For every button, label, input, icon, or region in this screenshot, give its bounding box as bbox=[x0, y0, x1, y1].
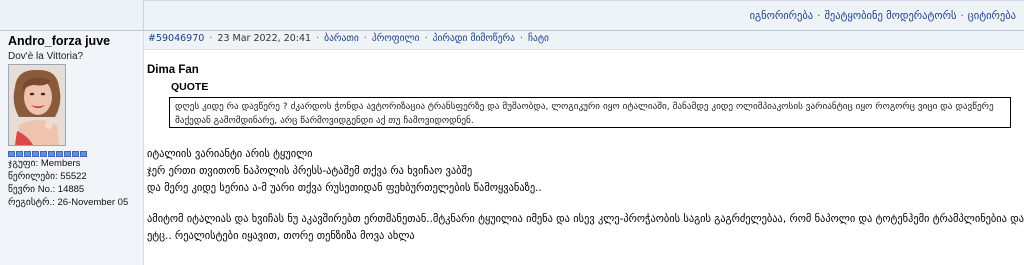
author-sidebar: Andro_forza juve Dov'è la Vittoria? ჯგუფ… bbox=[0, 31, 144, 265]
card-link[interactable]: ბარათი bbox=[324, 33, 359, 44]
stat-group: ჯგუფი: Members bbox=[8, 158, 80, 169]
reputation-pip bbox=[72, 151, 79, 157]
chat-link[interactable]: ჩატი bbox=[528, 33, 549, 44]
top-bar-left-cell bbox=[0, 0, 144, 30]
separator: · bbox=[817, 10, 821, 22]
author-username[interactable]: Andro_forza juve bbox=[8, 34, 110, 48]
reputation-pip bbox=[56, 151, 63, 157]
ignore-link[interactable]: იგნორირება bbox=[750, 10, 814, 22]
reputation-pip bbox=[32, 151, 39, 157]
post-meta: #59046970 · 23 Mar 2022, 20:41 · ბარათი … bbox=[148, 33, 549, 44]
reputation-pip bbox=[64, 151, 71, 157]
avatar bbox=[8, 64, 66, 146]
separator: · bbox=[209, 33, 213, 44]
separator: · bbox=[424, 33, 428, 44]
separator: · bbox=[363, 33, 367, 44]
stat-label: ჯგუფი: bbox=[8, 158, 39, 169]
separator: · bbox=[519, 33, 523, 44]
post-top-links: იგნორირება · შეატყობინე მოდერატორს · ციტირებ… bbox=[750, 10, 1016, 24]
quote-label: QUOTE bbox=[171, 81, 209, 93]
private-message-link[interactable]: პირადი მიმოწერა bbox=[433, 33, 515, 44]
stat-label: წერილები: bbox=[8, 171, 58, 182]
post-line: ამიტომ იტალიას და ხვიჩას ნუ აკავშირებთ ე… bbox=[147, 213, 1024, 225]
author-title: Dov'è la Vittoria? bbox=[8, 51, 84, 62]
quote-box: დღეს კიდე რა დავწერე ? ძკარდოს ჭონდა ავტ… bbox=[169, 97, 1011, 128]
profile-link[interactable]: პროფილი bbox=[372, 33, 420, 44]
reputation-pip bbox=[24, 151, 31, 157]
post-body: #59046970 · 23 Mar 2022, 20:41 · ბარათი … bbox=[144, 31, 1024, 265]
reputation-pip bbox=[8, 151, 15, 157]
post-line: იტალიის ვარიანტი არის ტყუილი bbox=[147, 148, 313, 160]
stat-label: წევრი No.: bbox=[8, 184, 56, 195]
separator: · bbox=[960, 10, 964, 22]
quote-text: დღეს კიდე რა დავწერე ? ძკარდოს ჭონდა ავტ… bbox=[175, 101, 994, 126]
post-line: ეტც.. რეალისტები იყავით, თორე თენზიზა მო… bbox=[147, 230, 415, 242]
reputation-bar bbox=[8, 151, 87, 157]
stat-posts: წერილები: 55522 bbox=[8, 171, 87, 182]
quoted-username: Dima Fan bbox=[147, 64, 199, 76]
post-date: 23 Mar 2022, 20:41 bbox=[217, 33, 312, 44]
quote-link[interactable]: ციტირება bbox=[968, 10, 1016, 22]
reputation-pip bbox=[80, 151, 87, 157]
reputation-pip bbox=[40, 151, 47, 157]
top-action-bar: იგნორირება · შეატყობინე მოდერატორს · ციტირებ… bbox=[0, 0, 1024, 31]
stat-value: 55522 bbox=[60, 171, 87, 182]
reputation-pip bbox=[48, 151, 55, 157]
post-header: #59046970 · 23 Mar 2022, 20:41 · ბარათი … bbox=[144, 31, 1024, 50]
stat-label: რეგისტრ.: bbox=[8, 197, 55, 208]
separator: · bbox=[316, 33, 320, 44]
stat-member-no: წევრი No.: 14885 bbox=[8, 184, 84, 195]
notify-moderator-link[interactable]: შეატყობინე მოდერატორს bbox=[824, 10, 956, 22]
stat-registered: რეგისტრ.: 26-November 05 bbox=[8, 197, 128, 208]
stat-value: Members bbox=[40, 158, 81, 169]
post-line: და მერე კიდე სერია ა-მ უარი თქვა რუსეთიდ… bbox=[147, 182, 542, 194]
post-number-link[interactable]: #59046970 bbox=[148, 33, 204, 44]
stat-value: 14885 bbox=[57, 184, 85, 195]
reputation-pip bbox=[16, 151, 23, 157]
avatar-image bbox=[9, 65, 65, 145]
post-line: ჯერ ერთი თვითონ ნაპოლის პრესს-ატაშემ თქვ… bbox=[147, 165, 473, 177]
stat-value: 26-November 05 bbox=[57, 197, 129, 208]
